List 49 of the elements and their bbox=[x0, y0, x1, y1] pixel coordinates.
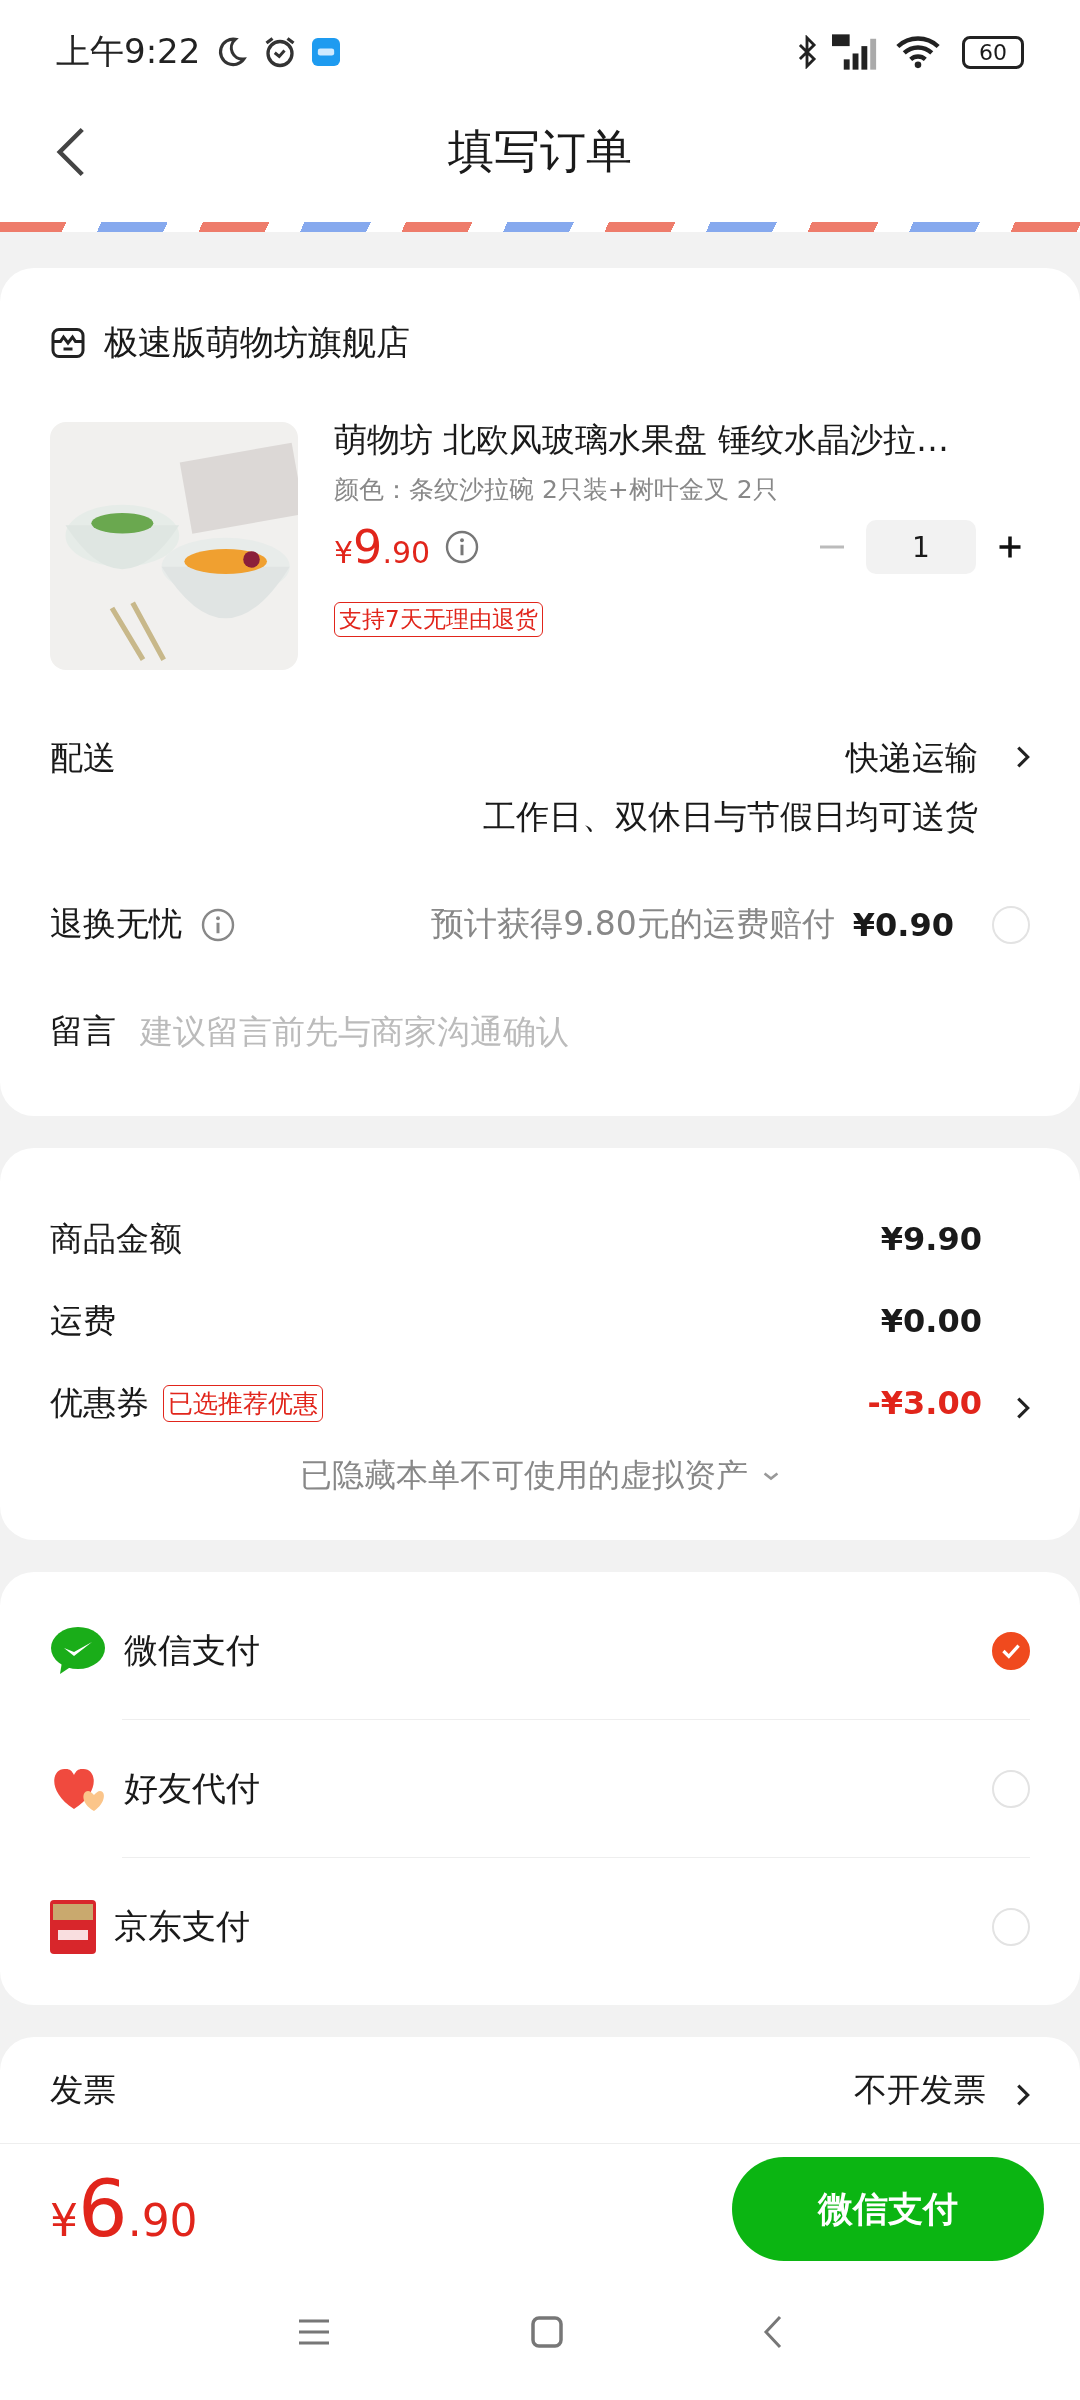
return-policy-tag: 支持7天无理由退货 bbox=[334, 602, 543, 637]
menu-icon[interactable] bbox=[297, 2317, 331, 2347]
quantity-field[interactable]: 1 bbox=[866, 520, 976, 574]
summary-label: 商品金额 bbox=[50, 1217, 182, 1260]
coupon-tag: 已选推荐优惠 bbox=[163, 1384, 323, 1422]
app-notification-icon bbox=[312, 38, 341, 66]
back-icon[interactable] bbox=[763, 2314, 783, 2350]
summary-amount: ¥0.00 bbox=[880, 1302, 982, 1340]
summary-label: 运费 bbox=[50, 1299, 116, 1342]
invoice-label: 发票 bbox=[50, 2068, 116, 2111]
chevron-icon[interactable] bbox=[1016, 746, 1030, 768]
bluetooth-icon bbox=[796, 35, 818, 69]
payment-method-name[interactable]: 好友代付 bbox=[124, 1765, 260, 1812]
chevron-down-icon[interactable] bbox=[762, 1470, 780, 1482]
home-icon[interactable] bbox=[531, 2316, 563, 2348]
minus-icon bbox=[818, 545, 846, 549]
info-icon[interactable] bbox=[200, 906, 236, 943]
chevron-icon[interactable] bbox=[1016, 1397, 1030, 1419]
hidden-assets-toggle[interactable]: 已隐藏本单不可使用的虚拟资产 bbox=[300, 1454, 748, 1498]
card-icon bbox=[50, 1899, 96, 1954]
invoice-value[interactable]: 不开发票 bbox=[854, 2067, 986, 2113]
payment-method-name[interactable]: 微信支付 bbox=[124, 1627, 260, 1674]
delivery-method[interactable]: 快递运输 bbox=[846, 736, 978, 781]
battery-indicator: 60 bbox=[962, 35, 1024, 69]
total-price: ¥6.90 bbox=[50, 2164, 198, 2254]
page-title: 填写订单 bbox=[448, 123, 632, 180]
product-variant: 颜色：条纹沙拉碗 2只装+树叶金叉 2只 bbox=[334, 474, 779, 506]
delivery-label: 配送 bbox=[50, 737, 116, 779]
store-name: 极速版萌物坊旗舰店 bbox=[104, 321, 410, 364]
insurance-description: 预计获得9.80元的运费赔付 bbox=[431, 903, 835, 945]
product-title: 萌物坊 北欧风玻璃水果盘 锤纹水晶沙拉… bbox=[334, 419, 950, 461]
message-label: 留言 bbox=[50, 1010, 116, 1052]
back-icon[interactable] bbox=[56, 125, 86, 179]
payment-method-name[interactable]: 京东支付 bbox=[114, 1903, 250, 1950]
payment-radio[interactable] bbox=[992, 1631, 1030, 1670]
summary-amount: ¥9.90 bbox=[880, 1220, 982, 1258]
discount-amount[interactable]: -¥3.00 bbox=[867, 1384, 982, 1422]
product-price: ¥9.90 bbox=[334, 520, 431, 574]
return-insurance-label: 退换无忧 bbox=[50, 903, 182, 945]
insurance-radio[interactable] bbox=[992, 905, 1030, 944]
insurance-price: ¥0.90 bbox=[852, 905, 954, 944]
info-icon[interactable] bbox=[444, 529, 481, 565]
status-time: 上午9:22 bbox=[56, 30, 201, 73]
chevron-icon[interactable] bbox=[1016, 2084, 1030, 2106]
store-icon bbox=[50, 325, 86, 361]
chat-bubble-icon bbox=[50, 1625, 106, 1676]
wifi-icon bbox=[896, 35, 940, 69]
summary-label: 优惠券 bbox=[50, 1381, 149, 1424]
delivery-note: 工作日、双休日与节假日均可送货 bbox=[483, 796, 978, 838]
